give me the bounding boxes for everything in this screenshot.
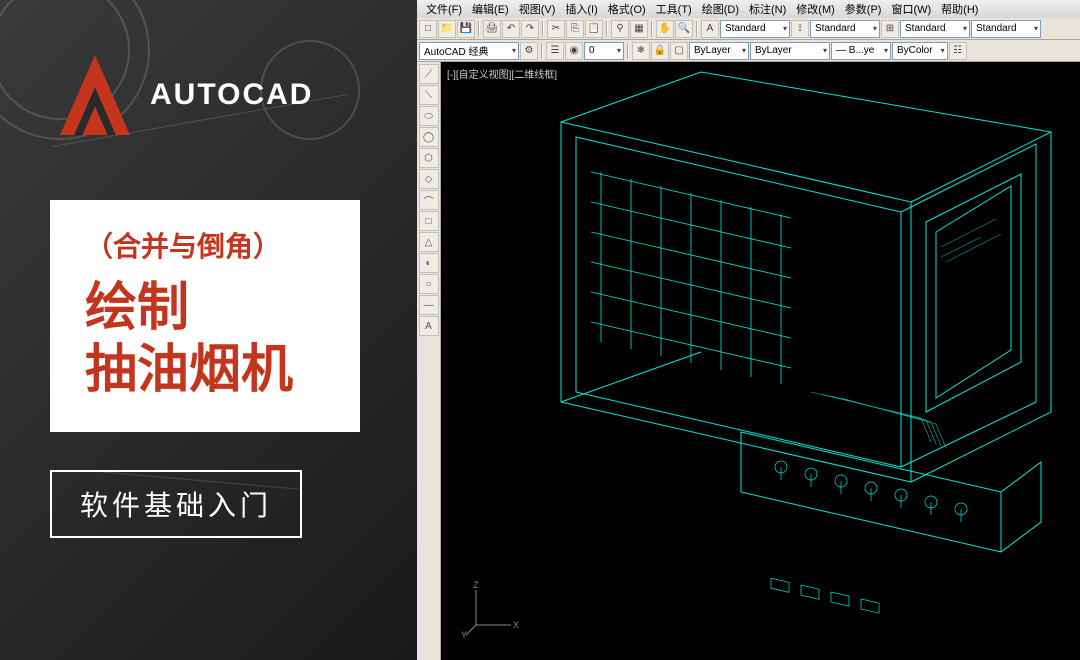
menu-dimension[interactable]: 标注(N)	[744, 0, 791, 18]
logo-text: AUTOCAD	[150, 78, 313, 112]
menu-file[interactable]: 文件(F)	[421, 0, 467, 18]
footer-box: 软件基础入门	[50, 470, 302, 538]
separator	[627, 43, 629, 59]
menu-draw[interactable]: 绘图(D)	[697, 0, 744, 18]
logo-area: AUTOCAD	[60, 55, 313, 135]
footer-text: 软件基础入门	[80, 484, 272, 524]
ucs-z-label: Z	[473, 580, 479, 590]
autocad-window: 文件(F) 编辑(E) 视图(V) 插入(I) 格式(O) 工具(T) 绘图(D…	[417, 0, 1080, 660]
separator	[606, 21, 608, 37]
title-line-2: 抽油烟机	[85, 339, 325, 401]
cut-icon[interactable]: ✂	[547, 20, 565, 38]
layer-lock-icon[interactable]: 🔒	[651, 42, 669, 60]
menu-insert[interactable]: 插入(I)	[560, 0, 602, 18]
save-icon[interactable]: 💾	[457, 20, 475, 38]
dimstyle-dropdown[interactable]: Standard	[810, 20, 880, 38]
separator	[542, 21, 544, 37]
paste-icon[interactable]: 📋	[585, 20, 603, 38]
layer-zero-dropdown[interactable]: 0	[584, 42, 624, 60]
plotstyle-dropdown[interactable]: ByColor	[892, 42, 948, 60]
ucs-icon: X Z Y	[461, 580, 521, 640]
zoom-icon[interactable]: 🔍	[675, 20, 693, 38]
tablestyle-icon[interactable]: ⊞	[881, 20, 899, 38]
layer-icon[interactable]: ☰	[546, 42, 564, 60]
mtext-icon[interactable]: A	[419, 316, 439, 336]
menu-param[interactable]: 参数(P)	[840, 0, 887, 18]
autocad-logo-icon	[60, 55, 130, 135]
undo-icon[interactable]: ↶	[502, 20, 520, 38]
title-box: （合并与倒角） 绘制 抽油烟机	[50, 200, 360, 432]
cad-body: ⟋ ⟍ ⬭ ◯ ⬡ ◇ ⌒ □ △ ◐ ○ — A [-][自定义视图][二维线…	[417, 62, 1080, 660]
menu-view[interactable]: 视图(V)	[514, 0, 561, 18]
tablestyle-dropdown[interactable]: Standard	[900, 20, 970, 38]
region-icon[interactable]: ○	[419, 274, 439, 294]
spline-icon[interactable]: □	[419, 211, 439, 231]
color-dropdown[interactable]: ByLayer	[689, 42, 749, 60]
polygon-icon[interactable]: ⬡	[419, 148, 439, 168]
redo-icon[interactable]: ↷	[521, 20, 539, 38]
circle-icon[interactable]: ◯	[419, 127, 439, 147]
workspace-dropdown[interactable]: AutoCAD 经典	[419, 42, 519, 60]
properties-icon[interactable]: ☷	[949, 42, 967, 60]
toolbar-row-2: AutoCAD 经典 ⚙ ☰ ◉ 0 ❄ 🔒 ▢ ByLayer ByLayer…	[417, 40, 1080, 62]
hatch-icon[interactable]: ◐	[419, 253, 439, 273]
linetype-dropdown[interactable]: ByLayer	[750, 42, 830, 60]
line-icon[interactable]: ⟋	[419, 64, 439, 84]
polyline-icon[interactable]: ⬭	[419, 106, 439, 126]
rectangle-icon[interactable]: ◇	[419, 169, 439, 189]
menu-edit[interactable]: 编辑(E)	[467, 0, 514, 18]
menu-tools[interactable]: 工具(T)	[651, 0, 697, 18]
workspace-settings-icon[interactable]: ⚙	[520, 42, 538, 60]
arc-icon[interactable]: ⌒	[419, 190, 439, 210]
title-line-1: 绘制	[85, 277, 325, 339]
layer-state-icon[interactable]: ◉	[565, 42, 583, 60]
menu-modify[interactable]: 修改(M)	[791, 0, 840, 18]
menu-format[interactable]: 格式(O)	[603, 0, 651, 18]
textstyle-dropdown[interactable]: Standard	[720, 20, 790, 38]
lineweight-dropdown[interactable]: — B...ye	[831, 42, 891, 60]
ucs-x-label: X	[513, 620, 519, 630]
viewport[interactable]: [-][自定义视图][二维线框]	[441, 62, 1080, 660]
layer-freeze-icon[interactable]: ❄	[632, 42, 650, 60]
new-icon[interactable]: □	[419, 20, 437, 38]
menu-help[interactable]: 帮助(H)	[936, 0, 983, 18]
block-icon[interactable]: ▦	[630, 20, 648, 38]
separator	[478, 21, 480, 37]
separator	[541, 43, 543, 59]
ellipse-icon[interactable]: △	[419, 232, 439, 252]
table-icon[interactable]: —	[419, 295, 439, 315]
wireframe-drawing	[441, 62, 1080, 660]
separator	[696, 21, 698, 37]
subtitle: （合并与倒角）	[85, 225, 325, 265]
copy-icon[interactable]: ⎘	[566, 20, 584, 38]
ucs-y-label: Y	[461, 630, 467, 640]
match-icon[interactable]: ⚲	[611, 20, 629, 38]
xline-icon[interactable]: ⟍	[419, 85, 439, 105]
textstyle-icon[interactable]: A	[701, 20, 719, 38]
toolbar-row-1: □ 📁 💾 🖨 ↶ ↷ ✂ ⎘ 📋 ⚲ ▦ ✋ 🔍 A Standard ⟟ S…	[417, 18, 1080, 40]
open-icon[interactable]: 📁	[438, 20, 456, 38]
draw-toolbar: ⟋ ⟍ ⬭ ◯ ⬡ ◇ ⌒ □ △ ◐ ○ — A	[417, 62, 441, 660]
pan-icon[interactable]: ✋	[656, 20, 674, 38]
mleaderstyle-dropdown[interactable]: Standard	[971, 20, 1041, 38]
menubar: 文件(F) 编辑(E) 视图(V) 插入(I) 格式(O) 工具(T) 绘图(D…	[417, 0, 1080, 18]
promo-panel: AUTOCAD （合并与倒角） 绘制 抽油烟机 软件基础入门	[0, 0, 417, 660]
dimstyle-icon[interactable]: ⟟	[791, 20, 809, 38]
layer-color-icon[interactable]: ▢	[670, 42, 688, 60]
plot-icon[interactable]: 🖨	[483, 20, 501, 38]
menu-window[interactable]: 窗口(W)	[886, 0, 936, 18]
separator	[651, 21, 653, 37]
